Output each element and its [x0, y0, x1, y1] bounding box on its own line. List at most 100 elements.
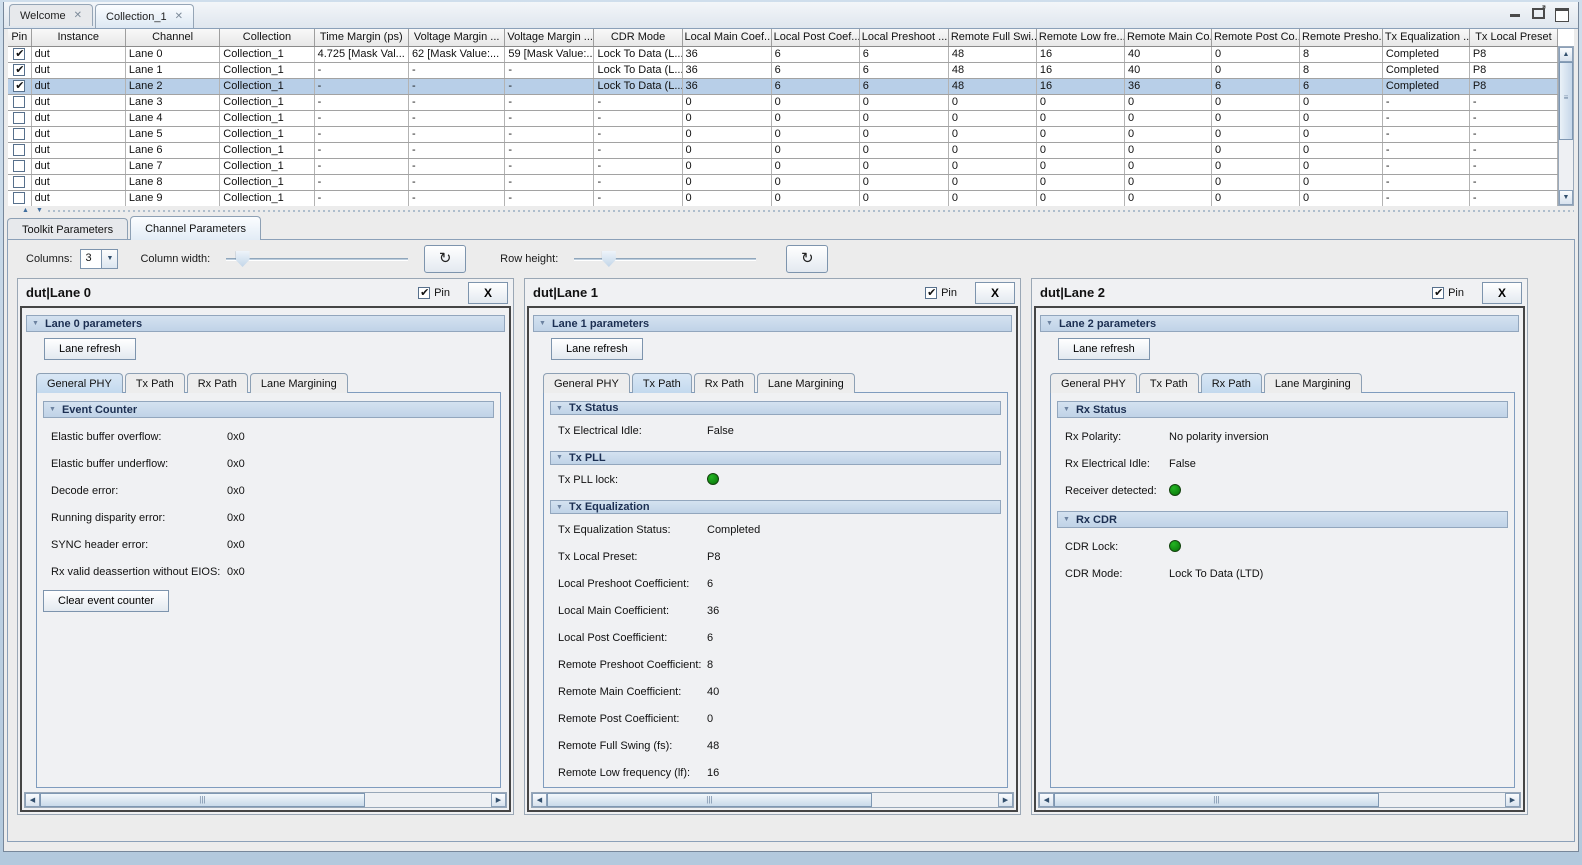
- group-header-rx-status[interactable]: ▼Rx Status: [1057, 401, 1508, 418]
- collapse-triangle-icon[interactable]: ▼: [1063, 406, 1070, 413]
- pin-checkbox[interactable]: [13, 160, 25, 172]
- scroll-down-icon[interactable]: ▼: [1559, 190, 1573, 205]
- chevron-down-icon[interactable]: ▼: [101, 250, 117, 268]
- table-vertical-scrollbar[interactable]: ▲ ≡ ▼: [1558, 46, 1574, 206]
- column-header-local-post-coef[interactable]: Local Post Coef...: [771, 29, 859, 46]
- slider-thumb[interactable]: [236, 251, 250, 267]
- collapse-triangle-icon[interactable]: ▼: [556, 504, 563, 511]
- collapse-up-icon[interactable]: ▲: [22, 207, 29, 214]
- scrollbar-thumb[interactable]: ≡: [1559, 62, 1573, 140]
- panel-close-button[interactable]: X: [1482, 282, 1522, 304]
- tab-general-phy[interactable]: General PHY: [36, 373, 123, 393]
- column-header-time-margin-ps[interactable]: Time Margin (ps): [314, 29, 408, 46]
- tab-rx-path[interactable]: Rx Path: [187, 373, 248, 393]
- column-header-collection[interactable]: Collection: [220, 29, 314, 46]
- table-row[interactable]: dutLane 0Collection_14.725 [Mask Val...6…: [8, 46, 1558, 62]
- slider-track[interactable]: [226, 258, 408, 261]
- column-header-pin[interactable]: Pin: [8, 29, 31, 46]
- tab-channel-parameters[interactable]: Channel Parameters: [130, 216, 261, 240]
- collapse-triangle-icon[interactable]: ▼: [556, 454, 563, 461]
- panel-horizontal-scrollbar[interactable]: ◀|||▶: [531, 792, 1014, 808]
- column-header-remote-full-swi[interactable]: Remote Full Swi...: [948, 29, 1036, 46]
- scroll-left-icon[interactable]: ◀: [1039, 793, 1054, 807]
- table-row[interactable]: dutLane 8Collection_1----00000000--: [8, 174, 1558, 190]
- pin-checkbox[interactable]: [13, 128, 25, 140]
- column-header-local-preshoot[interactable]: Local Preshoot ...: [859, 29, 948, 46]
- columns-combo[interactable]: 3 ▼: [80, 249, 118, 269]
- pin-checkbox[interactable]: [13, 96, 25, 108]
- group-header-tx-equalization[interactable]: ▼Tx Equalization: [550, 500, 1001, 514]
- collapse-down-icon[interactable]: ▼: [36, 207, 43, 214]
- column-header-tx-local-preset[interactable]: Tx Local Preset: [1469, 29, 1557, 46]
- collapse-triangle-icon[interactable]: ▼: [556, 405, 563, 412]
- pin-checkbox[interactable]: [1432, 287, 1444, 299]
- column-header-remote-post-co[interactable]: Remote Post Co...: [1211, 29, 1299, 46]
- tab-lane-margining[interactable]: Lane Margining: [1264, 373, 1362, 393]
- tab-lane-margining[interactable]: Lane Margining: [757, 373, 855, 393]
- pin-toggle[interactable]: Pin: [1432, 287, 1464, 299]
- table-row[interactable]: dutLane 7Collection_1----00000000--: [8, 158, 1558, 174]
- split-divider[interactable]: ▲ ▼: [8, 206, 1574, 216]
- tab-general-phy[interactable]: General PHY: [543, 373, 630, 393]
- lane-parameters-header[interactable]: ▼Lane 0 parameters: [26, 315, 505, 332]
- tab-close-icon[interactable]: ✕: [74, 10, 82, 21]
- scroll-left-icon[interactable]: ◀: [25, 793, 40, 807]
- column-header-tx-equalization[interactable]: Tx Equalization ...: [1382, 29, 1469, 46]
- panel-horizontal-scrollbar[interactable]: ◀||| ▶: [1038, 792, 1521, 808]
- clear-event-counter-button[interactable]: Clear event counter: [43, 590, 169, 612]
- collapse-triangle-icon[interactable]: ▼: [49, 406, 56, 413]
- scroll-left-icon[interactable]: ◀: [532, 793, 547, 807]
- minimize-icon[interactable]: [1509, 8, 1522, 19]
- lane-refresh-button[interactable]: Lane refresh: [1058, 338, 1150, 360]
- row-height-slider[interactable]: [574, 249, 756, 269]
- collapse-triangle-icon[interactable]: ▼: [539, 320, 546, 327]
- pin-toggle[interactable]: Pin: [418, 287, 450, 299]
- table-row[interactable]: dutLane 9Collection_1----00000000--: [8, 190, 1558, 206]
- collapse-triangle-icon[interactable]: ▼: [1046, 320, 1053, 327]
- group-header-rx-cdr[interactable]: ▼Rx CDR: [1057, 511, 1508, 528]
- column-header-remote-low-fre[interactable]: Remote Low fre...: [1036, 29, 1124, 46]
- pin-checkbox[interactable]: [13, 80, 25, 92]
- tab-tx-path[interactable]: Tx Path: [632, 373, 692, 393]
- lane-refresh-button[interactable]: Lane refresh: [44, 338, 136, 360]
- slider-thumb[interactable]: [602, 251, 616, 267]
- scroll-up-icon[interactable]: ▲: [1559, 47, 1573, 62]
- scrollbar-thumb[interactable]: |||: [40, 793, 365, 807]
- lane-parameters-header[interactable]: ▼Lane 2 parameters: [1040, 315, 1519, 332]
- pin-checkbox[interactable]: [13, 64, 25, 76]
- column-header-voltage-margin[interactable]: Voltage Margin ...: [408, 29, 504, 46]
- panel-close-button[interactable]: X: [975, 282, 1015, 304]
- table-row[interactable]: dutLane 2Collection_1---Lock To Data (L.…: [8, 78, 1558, 94]
- scrollbar-thumb[interactable]: |||: [547, 793, 872, 807]
- tab-toolkit-parameters[interactable]: Toolkit Parameters: [7, 218, 128, 240]
- column-header-remote-main-co[interactable]: Remote Main Co...: [1124, 29, 1211, 46]
- table-row[interactable]: dutLane 6Collection_1----00000000--: [8, 142, 1558, 158]
- column-header-voltage-margin[interactable]: Voltage Margin ...: [505, 29, 594, 46]
- column-width-slider[interactable]: [226, 249, 408, 269]
- column-header-cdr-mode[interactable]: CDR Mode: [594, 29, 682, 46]
- table-row[interactable]: dutLane 4Collection_1----00000000--: [8, 110, 1558, 126]
- tab-close-icon[interactable]: ✕: [175, 11, 183, 22]
- tab-collection-1[interactable]: Collection_1✕: [95, 4, 194, 28]
- column-width-refresh-button[interactable]: ↻: [424, 245, 466, 273]
- scroll-right-icon[interactable]: ▶: [1505, 793, 1520, 807]
- scrollbar-track[interactable]: |||: [1054, 793, 1505, 807]
- scrollbar-track[interactable]: |||: [40, 793, 491, 807]
- group-header-event-counter[interactable]: ▼Event Counter: [43, 401, 494, 418]
- pin-checkbox[interactable]: [13, 192, 25, 204]
- scrollbar-thumb[interactable]: |||: [1054, 793, 1379, 807]
- scrollbar-track[interactable]: |||: [547, 793, 998, 807]
- tab-tx-path[interactable]: Tx Path: [1139, 373, 1199, 393]
- pin-toggle[interactable]: Pin: [925, 287, 957, 299]
- restore-icon[interactable]: [1532, 8, 1545, 19]
- lane-parameters-header[interactable]: ▼Lane 1 parameters: [533, 315, 1012, 332]
- maximize-icon[interactable]: [1555, 8, 1568, 19]
- table-row[interactable]: dutLane 5Collection_1----00000000--: [8, 126, 1558, 142]
- tab-rx-path[interactable]: Rx Path: [694, 373, 755, 393]
- column-header-remote-presho[interactable]: Remote Presho...: [1300, 29, 1383, 46]
- column-header-channel[interactable]: Channel: [125, 29, 219, 46]
- pin-checkbox[interactable]: [13, 112, 25, 124]
- pin-checkbox[interactable]: [925, 287, 937, 299]
- collapse-triangle-icon[interactable]: ▼: [32, 320, 39, 327]
- pin-checkbox[interactable]: [418, 287, 430, 299]
